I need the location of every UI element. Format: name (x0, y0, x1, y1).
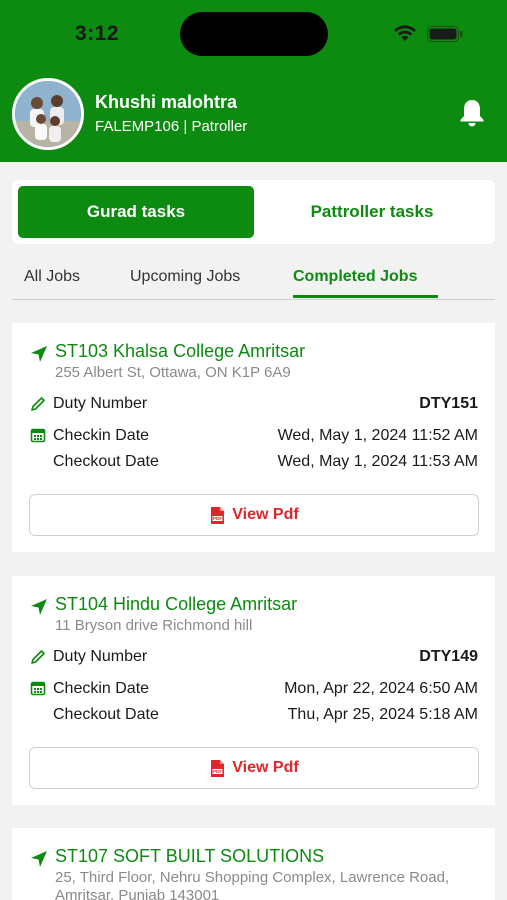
dynamic-island (180, 12, 328, 56)
duty-number-value: DTY151 (419, 395, 478, 412)
tab-upcoming-jobs[interactable]: Upcoming Jobs (130, 268, 240, 286)
site-name: ST104 Hindu College Amritsar (55, 594, 298, 614)
avatar[interactable] (12, 78, 84, 150)
checkin-value: Wed, May 1, 2024 11:52 AM (277, 427, 478, 444)
pencil-icon (31, 650, 45, 664)
battery-icon (427, 26, 463, 42)
task-type-switch: Gurad tasks Pattroller tasks (12, 180, 495, 244)
view-pdf-label: View Pdf (232, 759, 299, 776)
navigation-arrow-icon (31, 599, 47, 615)
navigation-arrow-icon (31, 851, 47, 867)
duty-number-label: Duty Number (53, 395, 148, 412)
pdf-file-icon: PDF (211, 506, 225, 524)
tab-all-jobs[interactable]: All Jobs (24, 268, 80, 286)
active-tab-indicator (293, 295, 438, 298)
bell-icon[interactable] (458, 98, 486, 128)
job-card[interactable]: ST107 SOFT BUILT SOLUTIONS 25, Third Flo… (12, 828, 495, 900)
job-filter-tabs: All Jobs Upcoming Jobs Completed Jobs (12, 258, 495, 300)
checkin-value: Mon, Apr 22, 2024 6:50 AM (284, 680, 478, 697)
tab-completed-jobs[interactable]: Completed Jobs (293, 268, 417, 286)
site-name: ST107 SOFT BUILT SOLUTIONS (55, 846, 325, 866)
duty-number-value: DTY149 (419, 648, 478, 665)
checkin-label: Checkin Date (53, 427, 150, 444)
wifi-icon (394, 25, 416, 41)
view-pdf-label: View Pdf (232, 506, 299, 523)
checkout-label: Checkout Date (53, 706, 159, 723)
checkout-value: Wed, May 1, 2024 11:53 AM (277, 453, 478, 470)
duty-number-label: Duty Number (53, 648, 148, 665)
checkout-label: Checkout Date (53, 453, 159, 470)
patroller-tasks-tab[interactable]: Pattroller tasks (254, 186, 490, 238)
svg-text:PDF: PDF (213, 516, 222, 521)
site-address: 255 Albert St, Ottawa, ON K1P 6A9 (55, 364, 291, 381)
calendar-icon (30, 428, 46, 443)
view-pdf-button[interactable]: PDF View Pdf (29, 494, 479, 536)
job-card[interactable]: ST103 Khalsa College Amritsar 255 Albert… (12, 323, 495, 552)
navigation-arrow-icon (31, 346, 47, 362)
user-id-role: FALEMP106 | Patroller (95, 118, 248, 135)
calendar-icon (30, 681, 46, 696)
pencil-icon (31, 397, 45, 411)
checkout-value: Thu, Apr 25, 2024 5:18 AM (287, 706, 478, 723)
svg-text:PDF: PDF (213, 769, 222, 774)
profile-photo (15, 81, 81, 147)
guard-tasks-tab[interactable]: Gurad tasks (18, 186, 254, 238)
site-name: ST103 Khalsa College Amritsar (55, 341, 306, 361)
status-bar: 3:12 (0, 0, 507, 70)
site-address: 25, Third Floor, Nehru Shopping Complex,… (55, 869, 450, 900)
status-time: 3:12 (75, 22, 120, 45)
user-name: Khushi malohtra (95, 92, 238, 112)
site-address: 11 Bryson drive Richmond hill (55, 617, 253, 634)
app-header: 3:12 Khushi malohtra FALEMP106 | Patroll… (0, 0, 507, 162)
job-card[interactable]: ST104 Hindu College Amritsar 11 Bryson d… (12, 576, 495, 805)
pdf-file-icon: PDF (211, 759, 225, 777)
view-pdf-button[interactable]: PDF View Pdf (29, 747, 479, 789)
checkin-label: Checkin Date (53, 680, 150, 697)
